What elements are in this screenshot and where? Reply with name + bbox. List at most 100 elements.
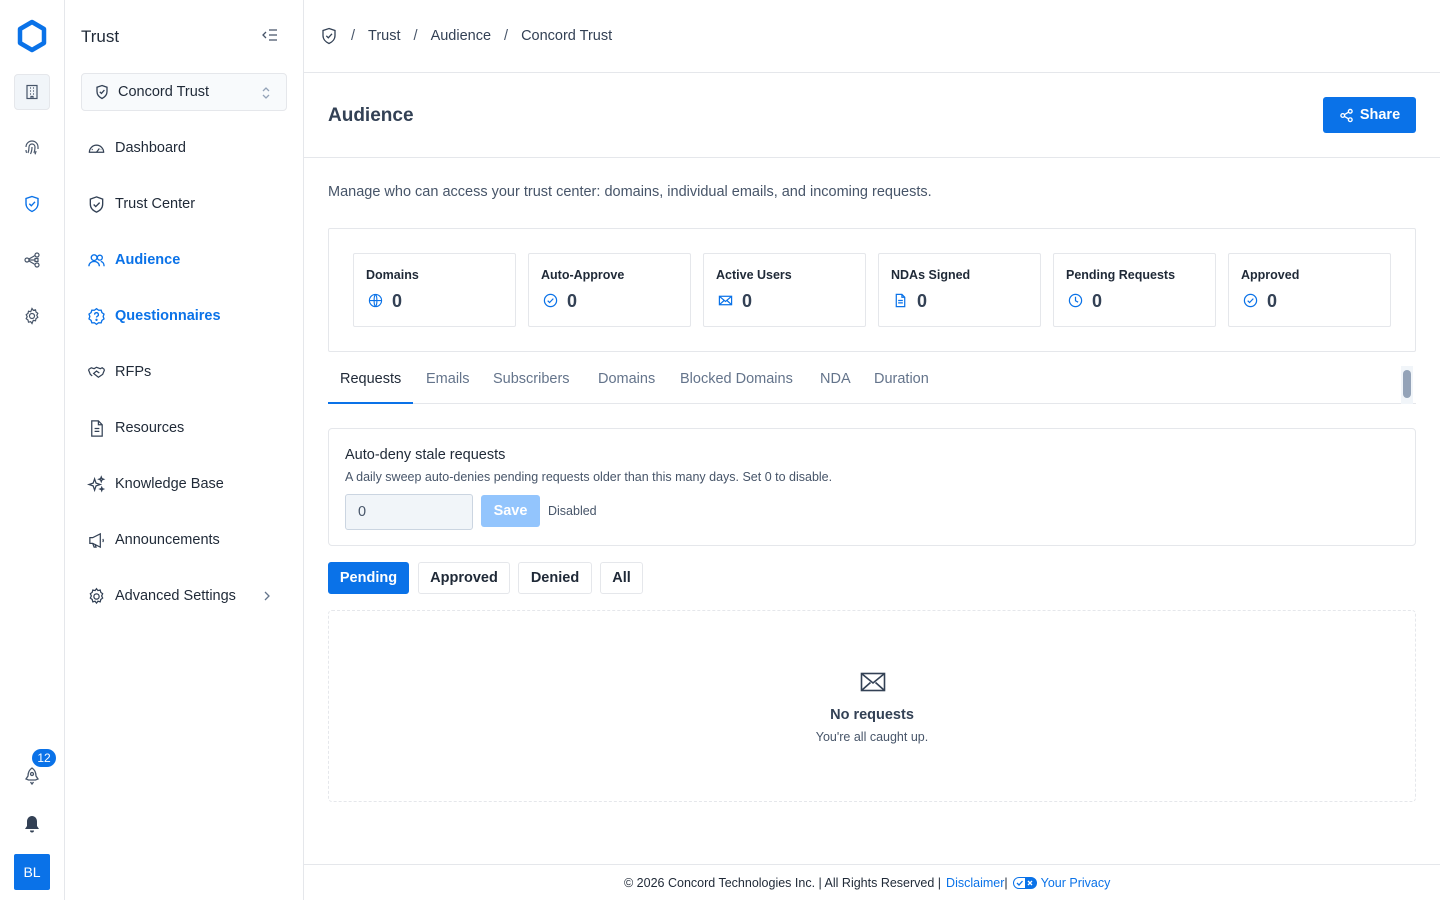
sidebar-item-label: Announcements: [115, 532, 220, 548]
breadcrumb-item-trust[interactable]: Trust: [368, 28, 401, 44]
collapse-sidebar-icon[interactable]: [261, 26, 279, 44]
breadcrumb-separator: /: [504, 28, 509, 44]
stat-card-auto-approve: Auto-Approve 0: [528, 253, 691, 327]
stat-label: Pending Requests: [1066, 268, 1176, 282]
tab-requests[interactable]: Requests: [328, 366, 414, 404]
sidebar-item-knowledge-base[interactable]: Knowledge Base: [87, 472, 287, 496]
sidebar-title: Trust: [81, 27, 120, 46]
audience-tabs: Requests Emails Subscribers Domains Bloc…: [328, 366, 1416, 404]
user-avatar[interactable]: BL: [14, 854, 50, 890]
rail-trust-button[interactable]: [14, 186, 50, 222]
sidebar-item-dashboard[interactable]: Dashboard: [87, 136, 287, 160]
sidebar-item-questionnaires[interactable]: Questionnaires: [87, 304, 287, 328]
stat-value: 0: [742, 291, 753, 311]
breadcrumb-item-audience[interactable]: Audience: [431, 28, 491, 44]
stat-label: Auto-Approve: [541, 268, 625, 282]
gauge-icon: [88, 144, 105, 153]
filter-pending-button[interactable]: Pending: [328, 562, 409, 594]
auto-deny-title: Auto-deny stale requests: [345, 447, 506, 463]
users-icon: [88, 253, 105, 266]
filter-approved-button[interactable]: Approved: [418, 562, 510, 594]
sidebar-item-resources[interactable]: Resources: [87, 416, 287, 440]
sidebar-item-label: RFPs: [115, 364, 152, 380]
stat-label: Domains: [366, 268, 419, 282]
mail-icon: [860, 672, 886, 692]
chevron-right-icon: [264, 591, 270, 601]
tab-blocked-domains[interactable]: Blocked Domains: [680, 366, 793, 404]
document-icon: [895, 293, 906, 308]
empty-state-subtitle: You're all caught up.: [815, 730, 929, 744]
your-privacy-link[interactable]: Your Privacy: [1041, 876, 1111, 890]
sidebar-item-audience[interactable]: Audience: [87, 248, 287, 272]
stat-value: 0: [1092, 291, 1103, 311]
tabs-scrollbar-thumb[interactable]: [1403, 370, 1411, 398]
clock-icon: [1068, 293, 1083, 308]
tab-domains[interactable]: Domains: [598, 366, 655, 404]
sidebar-item-rfps[interactable]: RFPs: [87, 360, 287, 384]
stat-card-approved: Approved 0: [1228, 253, 1391, 327]
check-circle-icon: [543, 293, 558, 308]
notification-count-badge: 12: [32, 749, 56, 767]
mail-icon: [718, 295, 733, 306]
sidebar-item-announcements[interactable]: Announcements: [87, 528, 287, 552]
bell-icon: [25, 816, 39, 833]
share-button[interactable]: Share: [1323, 97, 1416, 133]
megaphone-icon: [89, 532, 104, 548]
disclaimer-link[interactable]: Disclaimer: [946, 876, 1004, 890]
sidebar-item-label: Questionnaires: [115, 308, 221, 324]
workspace-select-value: Concord Trust: [118, 84, 210, 100]
stat-card-ndas-signed: NDAs Signed 0: [878, 253, 1041, 327]
document-icon: [91, 419, 103, 437]
footer-copyright: © 2026 Concord Technologies Inc. | All R…: [624, 876, 942, 890]
filter-denied-button[interactable]: Denied: [518, 562, 592, 594]
handshake-icon: [87, 366, 106, 378]
rail-building-button[interactable]: [14, 74, 50, 110]
breadcrumb-separator: /: [413, 28, 418, 44]
tab-nda[interactable]: NDA: [820, 366, 851, 404]
footer: © 2026 Concord Technologies Inc. | All R…: [304, 864, 1440, 900]
check-circle-icon: [1243, 293, 1258, 308]
main-content: / Trust / Audience / Concord Trust Audie…: [304, 0, 1440, 900]
shield-check-icon: [25, 195, 39, 213]
workspace-select[interactable]: Concord Trust: [81, 73, 287, 111]
sidebar-item-advanced-settings[interactable]: Advanced Settings: [87, 584, 287, 608]
stat-value: 0: [917, 291, 928, 311]
sidebar-item-label: Dashboard: [115, 140, 186, 156]
stat-card-pending-requests: Pending Requests 0: [1053, 253, 1216, 327]
nodes-icon: [24, 252, 40, 268]
stat-label: Active Users: [716, 268, 792, 282]
shield-check-icon: [89, 195, 104, 213]
tab-subscribers[interactable]: Subscribers: [493, 366, 570, 404]
auto-deny-card: Auto-deny stale requests A daily sweep a…: [328, 428, 1416, 546]
shield-check-icon: [96, 84, 108, 100]
stat-label: Approved: [1241, 268, 1300, 282]
auto-deny-subtitle: A daily sweep auto-denies pending reques…: [345, 470, 833, 484]
sidebar: Trust Concord Trust Dashboard Trust Cent…: [65, 0, 304, 900]
app-logo-icon[interactable]: [14, 18, 50, 54]
rocket-icon: [25, 767, 39, 786]
stats-panel: Domains 0 Auto-Approve 0 Active Users 0 …: [328, 228, 1416, 352]
auto-deny-days-input[interactable]: [345, 494, 473, 530]
stat-card-domains: Domains 0: [353, 253, 516, 327]
sidebar-item-label: Advanced Settings: [115, 588, 236, 604]
filter-all-button[interactable]: All: [600, 562, 643, 594]
stat-label: NDAs Signed: [891, 268, 971, 282]
rail-fingerprint-button[interactable]: [14, 130, 50, 166]
save-button[interactable]: Save: [481, 495, 540, 527]
stat-card-active-users: Active Users 0: [703, 253, 866, 327]
sparkles-icon: [87, 474, 106, 492]
question-badge-icon: [88, 307, 105, 325]
rail-notifications-button[interactable]: [14, 806, 50, 842]
stat-value: 0: [392, 291, 403, 311]
privacy-choices-icon: [1012, 877, 1037, 889]
rail-integrations-button[interactable]: [14, 242, 50, 278]
page-description: Manage who can access your trust center:…: [328, 184, 932, 200]
sidebar-item-label: Knowledge Base: [115, 476, 224, 492]
empty-state: No requests You're all caught up.: [328, 610, 1416, 802]
empty-state-title: No requests: [830, 707, 914, 723]
tab-duration[interactable]: Duration: [874, 366, 929, 404]
tab-emails[interactable]: Emails: [426, 366, 470, 404]
rail-settings-button[interactable]: [14, 298, 50, 334]
shield-check-icon: [322, 27, 336, 45]
sidebar-item-trust-center[interactable]: Trust Center: [87, 192, 287, 216]
